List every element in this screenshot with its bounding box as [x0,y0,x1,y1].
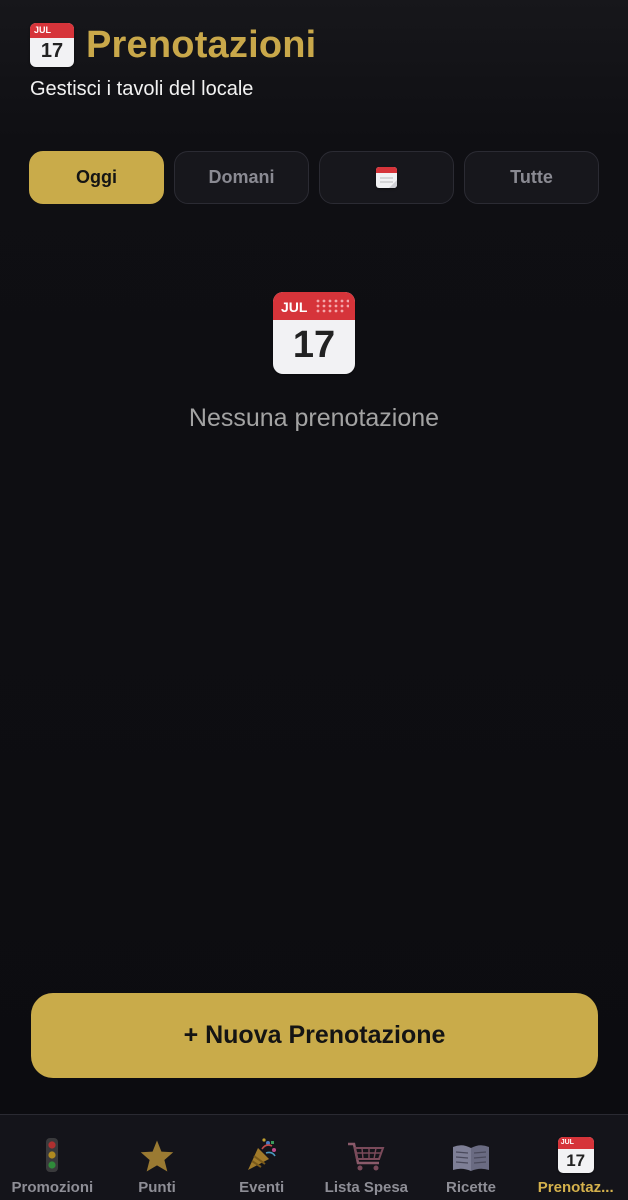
bottom-nav: Promozioni Punti Eventi Lista Spesa Rice… [0,1114,628,1200]
page-header: JUL 17 Prenotazioni Gestisci i tavoli de… [30,18,598,101]
traffic-light-icon [44,1133,60,1173]
nav-label: Prenotaz... [537,1179,614,1196]
calendar-month: JUL [34,25,52,35]
nav-item-lista-spesa[interactable]: Lista Spesa [314,1115,419,1200]
star-icon [139,1133,175,1173]
nav-item-eventi[interactable]: Eventi [209,1115,314,1200]
empty-message: Nessuna prenotazione [188,404,440,432]
calendar-month: JUL [281,299,308,315]
nav-item-punti[interactable]: Punti [105,1115,210,1200]
calendar-icon: JUL 17 [273,292,355,374]
calendar-icon [376,167,397,188]
page-subtitle: Gestisci i tavoli del locale [30,78,254,100]
party-popper-icon [244,1133,280,1173]
tab-oggi[interactable]: Oggi [29,151,164,204]
nav-label: Lista Spesa [324,1179,409,1196]
book-icon [451,1133,491,1173]
tab-calendar[interactable] [319,151,454,204]
nav-item-ricette[interactable]: Ricette [419,1115,524,1200]
nav-label: Ricette [446,1179,497,1196]
calendar-icon: JUL 17 [557,1133,594,1173]
calendar-day: 17 [566,1151,586,1170]
date-filter-tabs: Oggi Domani Tutte [29,151,599,204]
nav-item-promozioni[interactable]: Promozioni [0,1115,105,1200]
new-booking-button[interactable]: + Nuova Prenotazione [31,993,598,1078]
nav-label: Eventi [239,1179,285,1196]
tab-domani[interactable]: Domani [174,151,309,204]
tab-tutte[interactable]: Tutte [464,151,599,204]
nav-item-prenotazioni[interactable]: JUL 17 Prenotaz... [523,1115,628,1200]
nav-label: Punti [138,1179,176,1196]
tab-label: Domani [208,167,275,187]
title-row: JUL 17 Prenotazioni [30,18,598,72]
empty-state: JUL 17 Nessuna prenotazione [0,292,628,433]
nav-label: Promozioni [11,1179,94,1196]
tab-label: Tutte [510,167,553,187]
shopping-cart-icon [346,1133,386,1173]
calendar-lines [380,177,397,188]
calendar-dots [316,299,349,313]
calendar-icon: JUL 17 [30,23,74,67]
calendar-day: 17 [40,40,64,62]
tab-label: Oggi [76,167,117,187]
page-title: Prenotazioni [86,23,317,66]
calendar-month: JUL [560,1139,574,1146]
calendar-day: 17 [292,324,336,366]
